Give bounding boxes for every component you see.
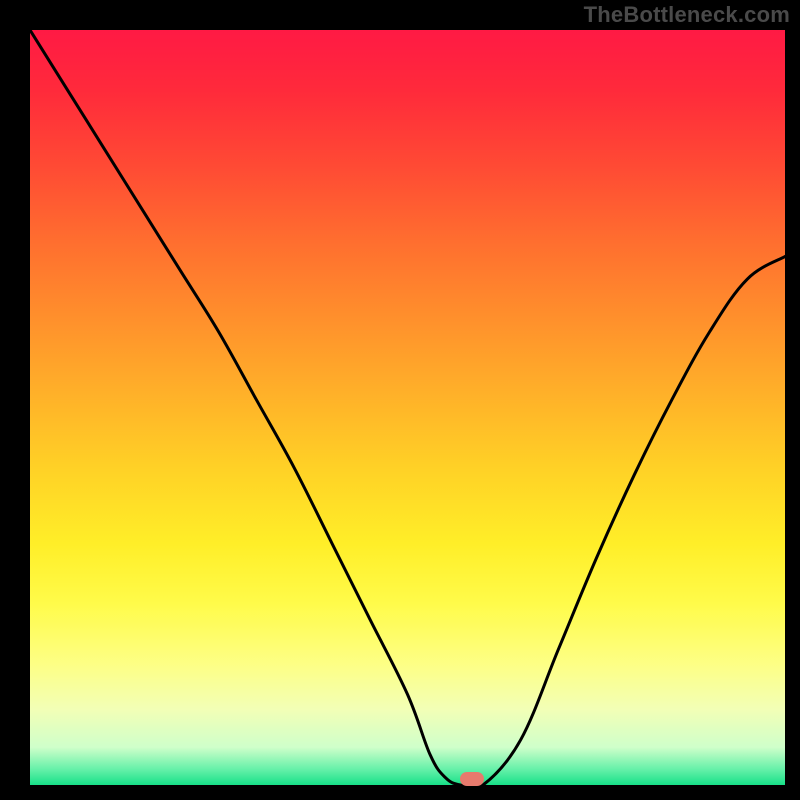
chart-container: TheBottleneck.com [0, 0, 800, 800]
optimal-marker [460, 772, 484, 786]
plot-area [30, 30, 785, 785]
bottleneck-curve [30, 30, 785, 785]
watermark-text: TheBottleneck.com [584, 2, 790, 28]
